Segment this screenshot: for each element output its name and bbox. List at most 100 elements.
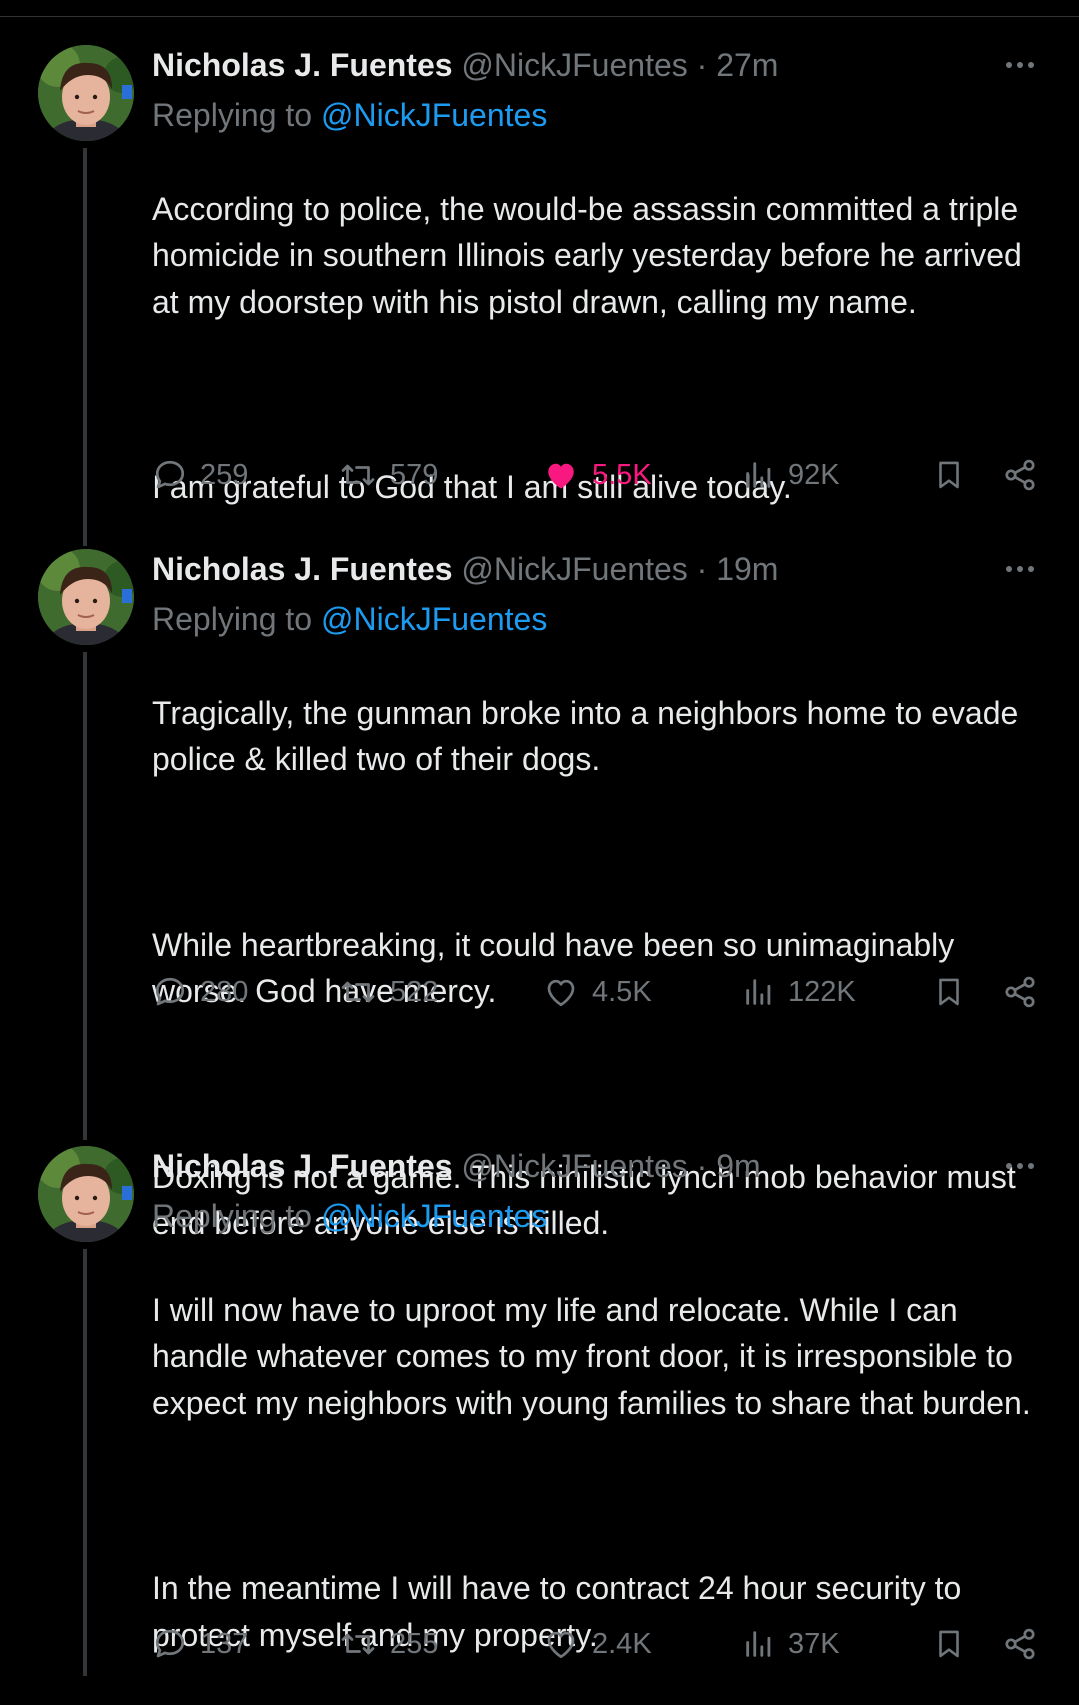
replying-to-mention[interactable]: @NickJFuentes — [321, 1198, 547, 1234]
heart-icon — [548, 463, 574, 489]
tweet-paragraph: According to police, the would-be assass… — [152, 190, 1022, 320]
retweet-icon — [341, 464, 375, 486]
retweet-count: 255 — [390, 1627, 439, 1660]
share-button[interactable] — [1002, 453, 1038, 497]
avatar[interactable] — [38, 1146, 134, 1242]
replying-to: Replying to @NickJFuentes — [152, 95, 1052, 135]
top-divider — [0, 16, 1079, 17]
tweet-header: Nicholas J. Fuentes @NickJFuentes · 19m — [152, 549, 1052, 589]
views-bars-icon — [746, 979, 771, 1005]
more-options-button[interactable] — [998, 45, 1042, 85]
bookmark-button[interactable] — [932, 1622, 966, 1666]
more-dots-icon — [1006, 62, 1012, 68]
replying-to-label: Replying to — [152, 97, 313, 133]
tweet-paragraph: I will now have to uproot my life and re… — [152, 1291, 1031, 1421]
timestamp[interactable]: 9m — [716, 1148, 760, 1184]
share-button[interactable] — [1002, 1622, 1038, 1666]
heart-icon — [547, 1631, 575, 1659]
tweet-actions: 280 522 4.5K 122K — [152, 970, 1052, 1014]
more-options-button[interactable] — [998, 549, 1042, 589]
views-button[interactable]: 37K — [742, 1622, 840, 1666]
tweet-paragraph: Tragically, the gunman broke into a neig… — [152, 694, 1019, 778]
thread-line — [83, 148, 87, 546]
more-dot — [1028, 566, 1034, 572]
replying-to: Replying to @NickJFuentes — [152, 599, 1052, 639]
bookmark-icon — [939, 978, 959, 1006]
author-handle[interactable]: @NickJFuentes — [461, 551, 687, 587]
bookmark-icon — [939, 461, 959, 489]
tweet-actions: 259 579 5.5K 92K — [152, 453, 1052, 497]
avatar[interactable] — [38, 549, 134, 645]
like-button[interactable]: 5.5K — [542, 453, 652, 497]
share-icon — [1005, 976, 1035, 1008]
bookmark-button[interactable] — [932, 453, 966, 497]
author-handle[interactable]: @NickJFuentes — [461, 1148, 687, 1184]
reply-bubble-icon — [155, 1629, 185, 1658]
retweet-count: 522 — [390, 975, 439, 1008]
author-handle[interactable]: @NickJFuentes — [461, 47, 687, 83]
like-button[interactable]: 4.5K — [542, 970, 652, 1014]
reply-button[interactable]: 137 — [152, 1622, 248, 1666]
like-count: 4.5K — [592, 975, 652, 1008]
reply-button[interactable]: 280 — [152, 970, 248, 1014]
reply-count: 259 — [200, 458, 249, 491]
timestamp[interactable]: 27m — [716, 47, 778, 83]
tweet-header: Nicholas J. Fuentes @NickJFuentes · 9m — [152, 1146, 1052, 1186]
separator-dot: · — [696, 1148, 708, 1184]
replying-to-mention[interactable]: @NickJFuentes — [321, 601, 547, 637]
reply-bubble-icon — [155, 460, 185, 489]
like-count: 2.4K — [592, 1627, 652, 1660]
reply-button[interactable]: 259 — [152, 453, 248, 497]
share-button[interactable] — [1002, 970, 1038, 1014]
retweet-button[interactable]: 255 — [338, 1622, 438, 1666]
views-button[interactable]: 122K — [742, 970, 856, 1014]
replying-to-mention[interactable]: @NickJFuentes — [321, 97, 547, 133]
views-button[interactable]: 92K — [742, 453, 840, 497]
more-dot — [1017, 1163, 1023, 1169]
tweet-actions: 137 255 2.4K 37K — [152, 1622, 1052, 1666]
more-options-button[interactable] — [998, 1146, 1042, 1186]
views-count: 92K — [788, 458, 840, 491]
tweet-header: Nicholas J. Fuentes @NickJFuentes · 27m — [152, 45, 1052, 85]
retweet-button[interactable]: 522 — [338, 970, 438, 1014]
bookmark-button[interactable] — [932, 970, 966, 1014]
author-name[interactable]: Nicholas J. Fuentes — [152, 47, 453, 83]
reply-count: 137 — [200, 1627, 249, 1660]
replying-to-label: Replying to — [152, 601, 313, 637]
views-count: 37K — [788, 1627, 840, 1660]
retweet-button[interactable]: 579 — [338, 453, 438, 497]
heart-icon — [547, 979, 575, 1007]
replying-to: Replying to @NickJFuentes — [152, 1196, 1052, 1236]
views-count: 122K — [788, 975, 856, 1008]
avatar[interactable] — [38, 45, 134, 141]
retweet-icon — [341, 981, 375, 1003]
replying-to-label: Replying to — [152, 1198, 313, 1234]
more-dot — [1028, 62, 1034, 68]
separator-dot: · — [696, 47, 708, 83]
thread-line — [83, 652, 87, 1140]
views-bars-icon — [746, 462, 771, 488]
more-dot — [1028, 1163, 1034, 1169]
reply-bubble-icon — [155, 977, 185, 1006]
reply-count: 280 — [200, 975, 249, 1008]
like-count: 5.5K — [592, 458, 652, 491]
more-dot — [1017, 62, 1023, 68]
thread-line — [83, 1249, 87, 1676]
like-button[interactable]: 2.4K — [542, 1622, 652, 1666]
author-name[interactable]: Nicholas J. Fuentes — [152, 551, 453, 587]
retweet-icon — [341, 1633, 375, 1655]
retweet-count: 579 — [390, 458, 439, 491]
author-name[interactable]: Nicholas J. Fuentes — [152, 1148, 453, 1184]
separator-dot: · — [696, 551, 708, 587]
timestamp[interactable]: 19m — [716, 551, 778, 587]
more-dots-icon — [1006, 566, 1012, 572]
views-bars-icon — [746, 1631, 771, 1657]
share-icon — [1005, 459, 1035, 491]
share-icon — [1005, 1628, 1035, 1660]
bookmark-icon — [939, 1630, 959, 1658]
more-dot — [1017, 566, 1023, 572]
